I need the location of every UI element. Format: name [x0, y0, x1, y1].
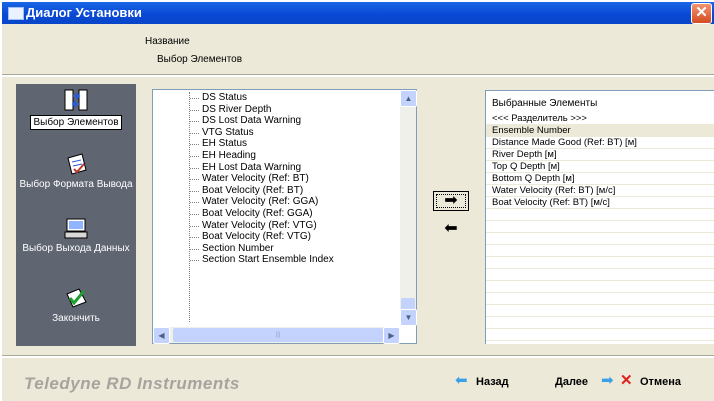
- available-elements-tree: DS Status DS River Depth DS Lost Data Wa…: [189, 92, 398, 322]
- scroll-down-icon[interactable]: ▼: [400, 309, 417, 326]
- footer-divider: [2, 355, 714, 358]
- list-item[interactable]: Boat Velocity (Ref: GGA): [190, 208, 398, 220]
- empty-row: [486, 257, 714, 269]
- next-arrow-icon[interactable]: ➡: [601, 373, 614, 388]
- list-item[interactable]: Boat Velocity (Ref: BT) [м/с]: [486, 197, 714, 209]
- list-item[interactable]: Water Velocity (Ref: BT) [м/с]: [486, 185, 714, 197]
- empty-row: [486, 305, 714, 317]
- list-item[interactable]: EH Heading: [190, 150, 398, 162]
- sidebar-item-label: Закончить: [52, 313, 100, 324]
- empty-row: [486, 281, 714, 293]
- list-item[interactable]: DS Status: [190, 92, 398, 104]
- element-selection-icon: [64, 89, 88, 111]
- list-item[interactable]: Boat Velocity (Ref: VTG): [190, 231, 398, 243]
- list-item[interactable]: River Depth [м]: [486, 149, 714, 161]
- sidebar-item-label: Выбор Элементов: [30, 115, 122, 130]
- scroll-right-icon[interactable]: ▶: [383, 327, 400, 344]
- empty-row: [486, 293, 714, 305]
- list-item-selected[interactable]: Ensemble Number: [486, 125, 714, 137]
- list-item[interactable]: Section Start Ensemble Index: [190, 254, 398, 266]
- data-output-icon: [64, 218, 88, 239]
- sidebar-item-finish[interactable]: Закончить: [16, 286, 136, 324]
- sidebar-item-label: Выбор Формата Вывода: [19, 179, 133, 190]
- empty-row: [486, 269, 714, 281]
- sidebar-item-element-selection[interactable]: Выбор Элементов: [16, 88, 136, 130]
- brand-logo-text: Teledyne RD Instruments: [24, 374, 240, 393]
- list-item[interactable]: EH Status: [190, 138, 398, 150]
- sidebar-item-output-format[interactable]: Выбор Формата Вывода: [16, 152, 136, 190]
- selected-elements-list[interactable]: Выбранные Элементы <<< Разделитель >>> E…: [485, 90, 714, 344]
- empty-row: [486, 245, 714, 257]
- list-item[interactable]: Water Velocity (Ref: VTG): [190, 220, 398, 232]
- output-format-icon: [67, 153, 87, 175]
- list-item[interactable]: Boat Velocity (Ref: BT): [190, 185, 398, 197]
- horizontal-scroll-thumb[interactable]: |||: [173, 328, 383, 342]
- sidebar-item-label: Выбор Выхода Данных: [22, 243, 130, 254]
- list-item[interactable]: Section Number: [190, 243, 398, 255]
- list-item[interactable]: <<< Разделитель >>>: [486, 113, 714, 125]
- horizontal-scrollbar[interactable]: ◀ ||| ▶: [153, 327, 400, 344]
- cancel-button[interactable]: Отмена: [640, 376, 681, 388]
- sidebar: Выбор Элементов Выбор Формата Вывода Выб…: [16, 84, 136, 346]
- page-subtitle: Выбор Элементов: [157, 54, 243, 65]
- setup-dialog: Диалог Установки ✕ Название Выбор Элемен…: [2, 2, 714, 401]
- list-item[interactable]: DS River Depth: [190, 104, 398, 116]
- back-arrow-icon[interactable]: ⬅: [455, 373, 468, 388]
- list-item[interactable]: Bottom Q Depth [м]: [486, 173, 714, 185]
- close-button[interactable]: ✕: [691, 3, 712, 24]
- next-button[interactable]: Далее: [555, 376, 588, 388]
- list-item[interactable]: DS Lost Data Warning: [190, 115, 398, 127]
- cancel-x-icon[interactable]: ✕: [620, 373, 633, 388]
- scroll-left-icon[interactable]: ◀: [153, 327, 170, 344]
- list-item[interactable]: Water Velocity (Ref: GGA): [190, 196, 398, 208]
- window-title: Диалог Установки: [26, 5, 142, 20]
- list-item[interactable]: Water Velocity (Ref: BT): [190, 173, 398, 185]
- remove-element-button[interactable]: ⬅: [434, 220, 468, 238]
- available-elements-list[interactable]: DS Status DS River Depth DS Lost Data Wa…: [152, 89, 417, 344]
- empty-row: [486, 221, 714, 233]
- list-item[interactable]: VTG Status: [190, 127, 398, 139]
- back-button[interactable]: Назад: [476, 376, 509, 388]
- title-bar[interactable]: Диалог Установки ✕: [2, 2, 714, 24]
- selected-elements-rows: <<< Разделитель >>> Ensemble Number Dist…: [486, 113, 714, 341]
- page-title: Название: [145, 36, 190, 47]
- empty-row: [486, 233, 714, 245]
- sidebar-item-data-output[interactable]: Выбор Выхода Данных: [16, 216, 136, 254]
- header-divider: [2, 74, 714, 77]
- list-item[interactable]: EH Lost Data Warning: [190, 162, 398, 174]
- window-icon: [8, 7, 24, 20]
- scroll-up-icon[interactable]: ▲: [400, 90, 417, 107]
- empty-row: [486, 329, 714, 341]
- selected-elements-header: Выбранные Элементы: [492, 98, 598, 109]
- empty-row: [486, 209, 714, 221]
- list-item[interactable]: Distance Made Good (Ref: BT) [м]: [486, 137, 714, 149]
- vertical-scrollbar[interactable]: ▲ ▼: [400, 90, 417, 326]
- empty-row: [486, 317, 714, 329]
- list-item[interactable]: Top Q Depth [м]: [486, 161, 714, 173]
- add-element-button[interactable]: ➡: [433, 191, 469, 211]
- finish-icon: [66, 288, 87, 308]
